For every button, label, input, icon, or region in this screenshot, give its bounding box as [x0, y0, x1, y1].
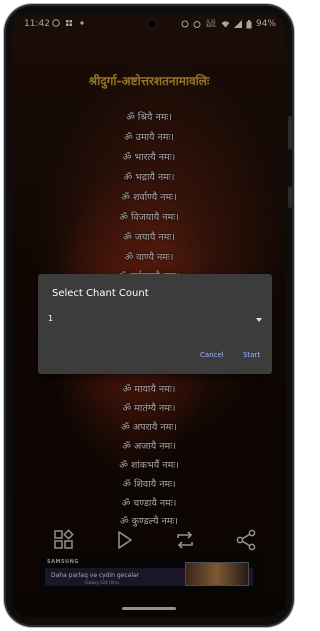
power-button: [288, 186, 292, 208]
dialog-title: Select Chant Count: [52, 288, 149, 299]
start-button[interactable]: Start: [243, 351, 260, 359]
app-screen: 11:42 0.33 KB/S 94% श्रीदुर्गा-अष्टोत्तर…: [12, 14, 286, 617]
volume-button: [288, 116, 292, 150]
cancel-button[interactable]: Cancel: [200, 351, 224, 359]
chant-count-dialog: Select Chant Count 1 Cancel Start: [38, 274, 272, 374]
phone-frame: 11:42 0.33 KB/S 94% श्रीदुर्गा-अष्टोत्तर…: [6, 6, 292, 625]
chant-count-select[interactable]: 1: [48, 312, 264, 328]
dropdown-arrow-icon: [256, 318, 262, 322]
chant-count-value: 1: [48, 314, 54, 323]
